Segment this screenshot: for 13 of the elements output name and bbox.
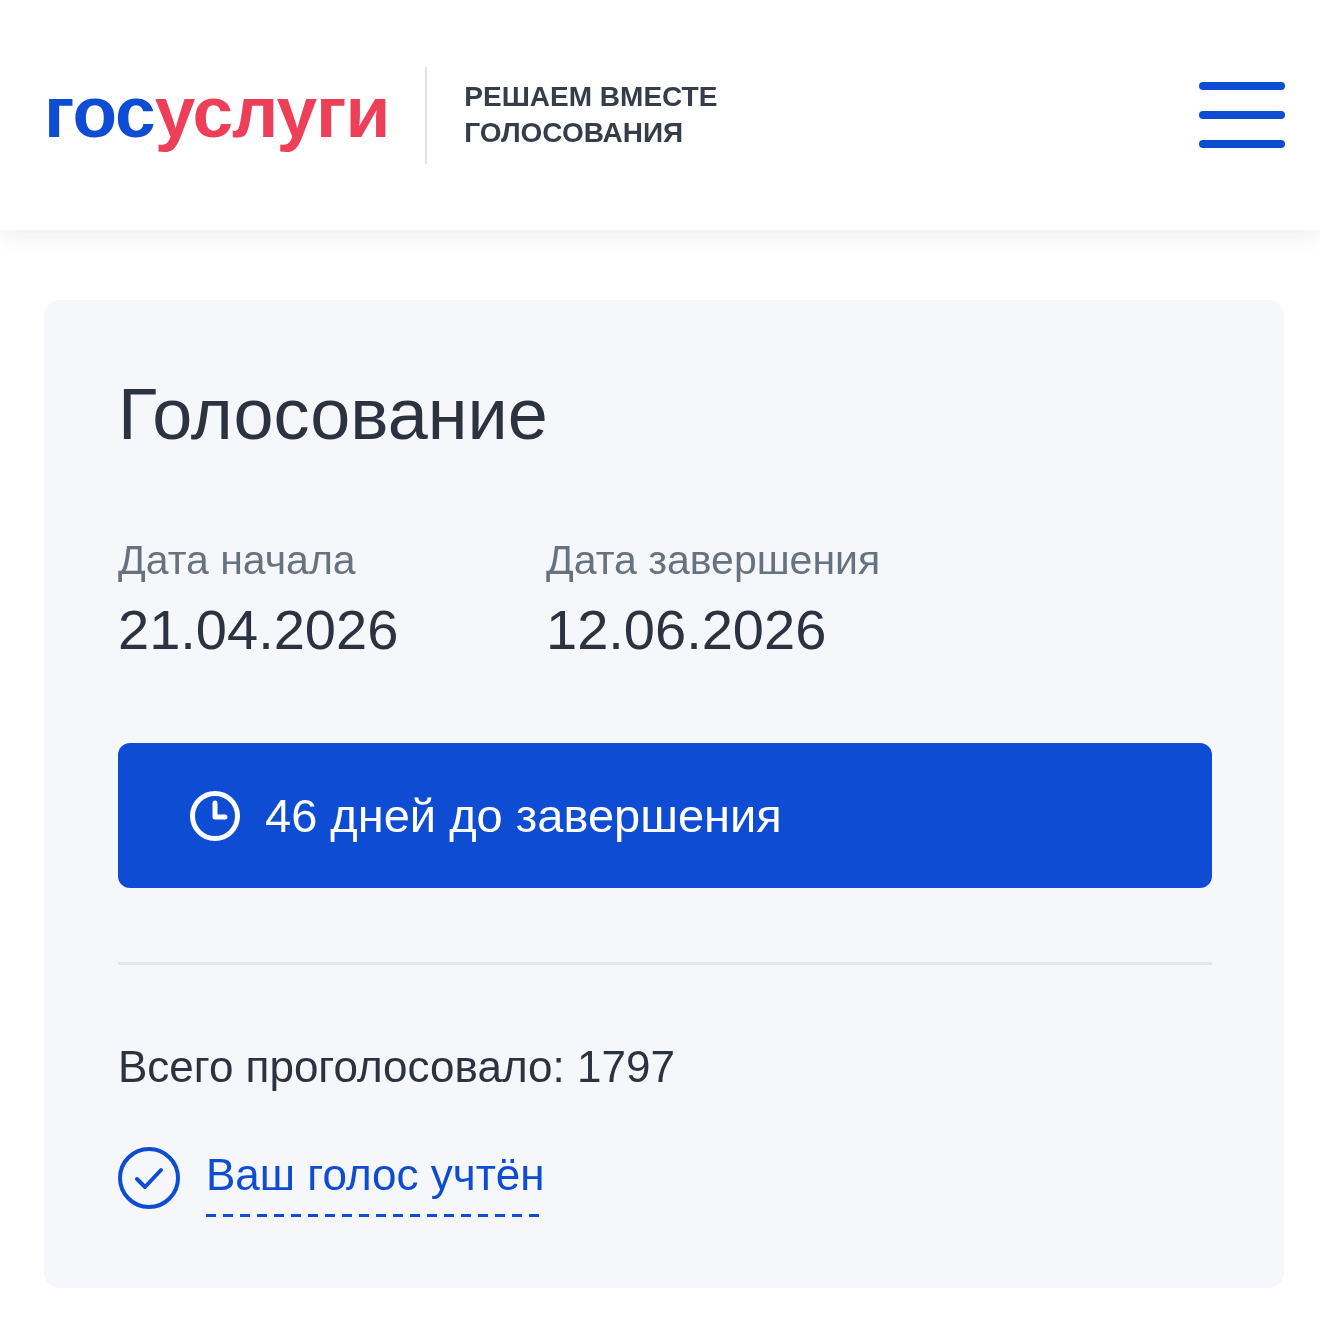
card-title: Голосование <box>118 373 549 456</box>
menu-icon <box>1199 82 1285 148</box>
date-value: 12.06.2026 <box>546 597 828 663</box>
menu-button[interactable] <box>1199 82 1285 148</box>
date-label: Дата начала <box>118 536 357 585</box>
check-circle-icon <box>118 1147 180 1209</box>
total-votes-text: Всего проголосовало: 1797 <box>118 1041 676 1093</box>
date-value: 21.04.2026 <box>118 597 400 663</box>
clock-icon <box>190 790 240 841</box>
gosuslugi-logo[interactable]: госуслуги <box>44 74 390 156</box>
tagline-text: РЕШАЕМ ВМЕСТЕ ГОЛОСОВАНИЯ <box>464 80 718 150</box>
countdown-text: 46 дней до завершения <box>265 787 782 844</box>
date-label: Дата завершения <box>546 536 882 585</box>
